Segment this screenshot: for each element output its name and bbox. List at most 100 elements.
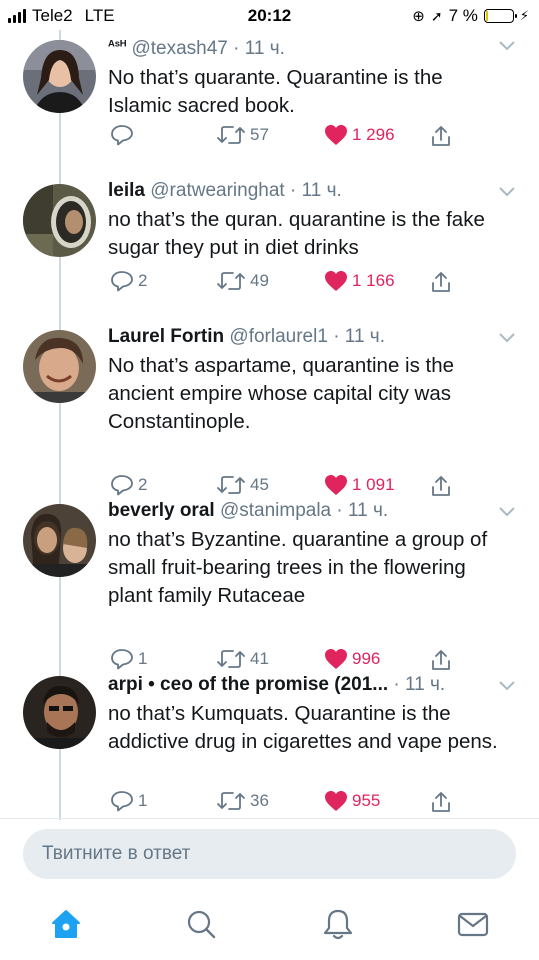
display-name[interactable]: leila [108, 180, 145, 201]
retweet-icon [217, 126, 245, 144]
reply-icon [111, 271, 133, 292]
timestamp: · 11 ч. [393, 674, 446, 695]
share-button[interactable] [430, 790, 452, 814]
avatar[interactable] [23, 40, 96, 113]
share-button[interactable] [430, 648, 452, 672]
retweet-icon [217, 476, 245, 494]
avatar[interactable] [23, 184, 96, 257]
retweet-count: 49 [250, 271, 269, 290]
handle[interactable]: @stanimpala [220, 500, 331, 521]
reply-count: 2 [138, 271, 148, 290]
chevron-down-icon[interactable] [498, 506, 516, 518]
chevron-down-icon[interactable] [498, 680, 516, 692]
reply-placeholder: Твитните в ответ [42, 843, 191, 864]
retweet-button[interactable]: 57 [216, 124, 269, 146]
share-icon [432, 126, 450, 146]
retweet-button[interactable]: 41 [216, 648, 269, 670]
heart-icon [325, 125, 347, 145]
reply-button[interactable]: 2 [110, 270, 147, 292]
battery-percent: 7 % [448, 6, 478, 25]
like-count: 1 166 [352, 271, 395, 290]
reply-button[interactable]: 1 [110, 790, 147, 812]
like-button[interactable]: 1 296 [324, 124, 395, 146]
share-icon [432, 476, 450, 496]
retweet-count: 45 [250, 475, 269, 494]
search-icon [187, 910, 216, 939]
like-button[interactable]: 955 [324, 790, 380, 812]
tweet-header: ᴬˢᴴ @texash47 · 11 ч. [108, 32, 508, 62]
display-name[interactable]: ᴬˢᴴ [108, 37, 126, 53]
rotation-lock-icon: ⊕ [412, 8, 425, 25]
like-button[interactable]: 1 166 [324, 270, 395, 292]
timestamp: · 11 ч. [333, 326, 385, 347]
like-count: 996 [352, 649, 381, 668]
share-icon [432, 272, 450, 292]
like-count: 1 091 [352, 475, 395, 494]
reply-count: 1 [138, 791, 148, 810]
tweet-text: No that’s quarante. Quarantine is the Is… [108, 66, 443, 117]
tweet-text: No that’s aspartame, quarantine is the a… [108, 354, 455, 433]
share-icon [432, 650, 450, 670]
tweet-text: no that’s Kumquats. Quarantine is the ad… [108, 702, 498, 753]
status-bar: Tele2 LTE 20:12 ⊕ ➚ 7 % ⚡ [0, 0, 539, 30]
chevron-down-icon[interactable] [498, 186, 516, 198]
like-button[interactable]: 996 [324, 648, 380, 670]
share-button[interactable] [430, 474, 452, 498]
tweet-header: leila @ratwearinghat · 11 ч. [108, 178, 508, 204]
tab-search[interactable] [184, 907, 218, 941]
home-icon [52, 910, 80, 938]
reply-input[interactable]: Твитните в ответ [23, 829, 516, 879]
share-icon [432, 792, 450, 812]
notifications-icon [323, 909, 353, 940]
bottom-tab-bar [0, 895, 539, 960]
retweet-icon [217, 792, 245, 810]
location-icon: ➚ [430, 7, 443, 24]
handle[interactable]: @forlaurel1 [229, 326, 328, 347]
chevron-down-icon[interactable] [498, 332, 516, 344]
avatar[interactable] [23, 676, 96, 749]
handle[interactable]: @ratwearinghat [150, 180, 284, 201]
avatar[interactable] [23, 504, 96, 577]
tweet-header: arpi • ceo of the promise (201... · 11 ч… [108, 672, 498, 698]
retweet-count: 57 [250, 125, 269, 144]
tweet-text: no that’s Byzantine. quarantine a group … [108, 528, 488, 607]
retweet-icon [217, 650, 245, 668]
display-name[interactable]: beverly oral [108, 500, 215, 521]
messages-icon [457, 912, 489, 937]
divider [0, 818, 539, 819]
like-count: 955 [352, 791, 381, 810]
heart-icon [325, 475, 347, 495]
reply-button[interactable]: 1 [110, 648, 147, 670]
display-name[interactable]: arpi • ceo of the promise (201... [108, 674, 388, 695]
chevron-down-icon[interactable] [498, 40, 516, 52]
retweet-icon [217, 272, 245, 290]
reply-button[interactable]: 2 [110, 474, 147, 496]
like-button[interactable]: 1 091 [324, 474, 395, 496]
tab-messages[interactable] [456, 907, 490, 941]
share-button[interactable] [430, 124, 452, 148]
reply-button[interactable] [110, 124, 138, 146]
avatar[interactable] [23, 330, 96, 403]
handle[interactable]: @texash47 [131, 38, 227, 59]
battery-icon [483, 9, 517, 23]
reply-icon [111, 125, 133, 146]
timestamp: · 11 ч. [289, 180, 342, 201]
retweet-count: 41 [250, 649, 269, 668]
tweet-text: no that’s the quran. quarantine is the f… [108, 208, 485, 259]
heart-icon [325, 271, 347, 291]
tab-home[interactable] [49, 907, 83, 941]
retweet-button[interactable]: 45 [216, 474, 269, 496]
reply-count: 2 [138, 475, 148, 494]
share-button[interactable] [430, 270, 452, 294]
tweet-header: Laurel Fortin @forlaurel1 · 11 ч. [108, 324, 508, 350]
charging-icon: ⚡ [519, 8, 529, 23]
reply-icon [111, 649, 133, 670]
tab-notifications[interactable] [321, 907, 355, 941]
heart-icon [325, 649, 347, 669]
tweet-actions: 57 1 296 [108, 124, 468, 152]
retweet-button[interactable]: 36 [216, 790, 269, 812]
display-name[interactable]: Laurel Fortin [108, 326, 224, 347]
retweet-button[interactable]: 49 [216, 270, 269, 292]
status-right: ⊕ ➚ 7 % ⚡ [412, 6, 529, 26]
tweet-actions: 2 49 1 166 [108, 270, 468, 298]
